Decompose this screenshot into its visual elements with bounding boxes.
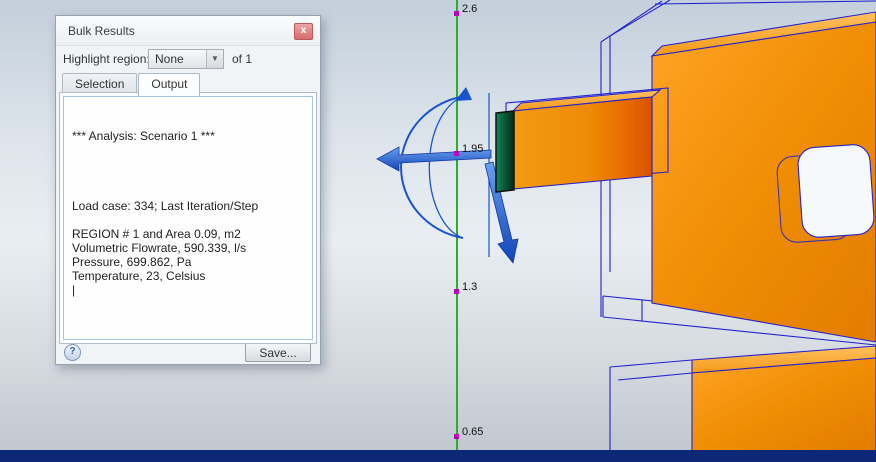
tick-dot <box>454 11 459 16</box>
hole-cutout <box>797 144 875 238</box>
region-count-label: of 1 <box>232 52 253 66</box>
model-main-block <box>650 11 876 343</box>
bottom-strip <box>0 450 876 462</box>
model-inlet-duct <box>505 87 669 190</box>
tick-label: 0.65 <box>462 426 483 438</box>
tick-label: 1.95 <box>462 143 483 155</box>
save-button[interactable]: Save... <box>245 343 311 362</box>
output-panel: *** Analysis: Scenario 1 *** Load case: … <box>59 92 317 344</box>
output-cursor: | <box>72 283 76 297</box>
axis-tick-labels: 2.6 1.95 1.3 0.65 <box>462 3 483 438</box>
model-bottom-block <box>691 345 876 452</box>
help-icon[interactable]: ? <box>64 344 81 361</box>
output-line: Load case: 334; Last Iteration/Step <box>72 199 259 213</box>
dialog-title: Bulk Results <box>68 24 135 38</box>
chevron-down-icon: ▼ <box>206 50 223 68</box>
tab-selection[interactable]: Selection <box>62 73 138 94</box>
tick-dot <box>454 434 459 439</box>
dropdown-selected-value: None <box>155 52 184 66</box>
output-line: Volumetric Flowrate, 590.339, l/s <box>72 241 247 255</box>
output-line: *** Analysis: Scenario 1 *** <box>72 129 215 143</box>
tab-output[interactable]: Output <box>138 73 201 96</box>
highlight-region-row: Highlight region: None ▼ of 1 <box>56 46 320 73</box>
tick-dot <box>454 151 459 156</box>
highlight-region-dropdown[interactable]: None ▼ <box>148 49 224 69</box>
highlight-region-label: Highlight region: <box>63 52 150 66</box>
output-text-area[interactable]: *** Analysis: Scenario 1 *** Load case: … <box>63 96 313 340</box>
inlet-face <box>495 110 515 193</box>
dialog-footer: ? Save... <box>56 343 320 364</box>
dialog-titlebar[interactable]: Bulk Results x <box>56 16 320 46</box>
bulk-results-dialog: Bulk Results x Highlight region: None ▼ … <box>55 15 321 365</box>
close-button[interactable]: x <box>294 23 313 40</box>
tick-label: 1.3 <box>462 281 477 293</box>
output-line: REGION # 1 and Area 0.09, m2 <box>72 227 241 241</box>
tick-label: 2.6 <box>462 3 477 15</box>
tick-dot <box>454 289 459 294</box>
output-line: Temperature, 23, Celsius <box>72 269 206 283</box>
rotation-annotation <box>400 93 490 257</box>
dialog-tabs: Selection Output <box>62 73 201 96</box>
output-line: Pressure, 699.862, Pa <box>72 255 192 269</box>
